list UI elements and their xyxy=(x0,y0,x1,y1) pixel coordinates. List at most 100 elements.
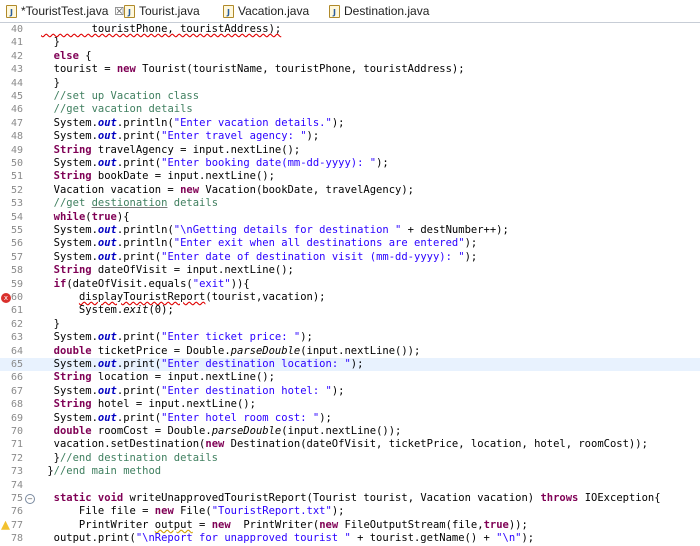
fold-collapse-icon[interactable]: − xyxy=(25,494,35,504)
tab-tourist-test[interactable]: J *TouristTest.java ☒ xyxy=(6,0,140,22)
line-number: 54 xyxy=(11,211,24,223)
line-number: 72 xyxy=(11,452,24,464)
code-line[interactable]: 45 //set up Vacation class xyxy=(0,90,700,103)
code-line[interactable]: 40 touristPhone, touristAddress); xyxy=(0,23,700,36)
line-number: 61 xyxy=(11,305,24,317)
code-text: } xyxy=(41,317,60,330)
code-text: String travelAgency = input.nextLine(); xyxy=(53,143,301,156)
code-text: //get vacation details xyxy=(53,103,193,116)
code-text: displayTouristReport(tourist,vacation); xyxy=(78,291,326,303)
editor-tab-bar: J *TouristTest.java ☒ J Tourist.java J V… xyxy=(0,0,700,23)
code-text: //get destionation details xyxy=(53,197,219,210)
code-text: double roomCost = Double.parseDouble(inp… xyxy=(53,425,402,437)
close-tab-icon[interactable]: ☒ xyxy=(114,5,124,18)
line-number: 77 xyxy=(11,519,24,531)
line-number: 56 xyxy=(11,238,24,250)
java-file-icon: J xyxy=(223,4,234,18)
code-line[interactable]: 51 String bookDate = input.nextLine(); xyxy=(0,170,700,183)
line-number: 76 xyxy=(11,506,24,518)
code-text: vacation.setDestination(new Destination(… xyxy=(41,438,648,451)
line-number: 58 xyxy=(11,265,24,277)
code-text: else { xyxy=(53,49,92,62)
line-number: 42 xyxy=(11,50,24,62)
line-number: 70 xyxy=(11,426,24,437)
code-text: if(dateOfVisit.equals("exit")){ xyxy=(53,277,250,290)
code-text: System.out.print("Enter date of destinat… xyxy=(41,250,478,263)
code-line[interactable]: 54 while(true){ xyxy=(0,211,700,224)
code-text: System.out.println("Enter exit when all … xyxy=(41,237,478,250)
code-line[interactable]: 69 System.out.print("Enter hotel room co… xyxy=(0,412,700,425)
code-line[interactable]: 53 //get destionation details xyxy=(0,197,700,210)
code-text: touristPhone, touristAddress); xyxy=(41,23,282,35)
tab-label: Destination.java xyxy=(344,4,430,18)
code-text: double ticketPrice = Double.parseDouble(… xyxy=(53,344,421,357)
code-line[interactable]: 70 double roomCost = Double.parseDouble(… xyxy=(0,425,700,438)
line-number: 65 xyxy=(11,359,24,370)
code-line[interactable]: 47 System.out.println("Enter vacation de… xyxy=(0,117,700,130)
code-line[interactable]: 56 System.out.println("Enter exit when a… xyxy=(0,237,700,250)
code-line[interactable]: 49 String travelAgency = input.nextLine(… xyxy=(0,144,700,157)
line-number: 45 xyxy=(11,91,24,102)
tab-destination[interactable]: J Destination.java xyxy=(329,0,439,22)
code-line[interactable]: 59 if(dateOfVisit.equals("exit")){ xyxy=(0,278,700,291)
code-text: } xyxy=(41,36,60,49)
code-line[interactable]: 57 System.out.print("Enter date of desti… xyxy=(0,251,700,264)
code-line[interactable]: 50 System.out.print("Enter booking date(… xyxy=(0,157,700,170)
line-number: 60 xyxy=(11,292,24,303)
code-text: System.out.print("Enter hotel room cost:… xyxy=(41,411,332,424)
code-line[interactable]: 42 else { xyxy=(0,50,700,63)
java-file-icon: J xyxy=(6,4,17,18)
code-line[interactable]: 61 System.exit(0); xyxy=(0,304,700,317)
line-number: 49 xyxy=(11,144,24,156)
code-line[interactable]: 44 } xyxy=(0,77,700,90)
code-text: System.out.print("Enter travel agency: "… xyxy=(41,130,320,143)
code-line[interactable]: 74 xyxy=(0,479,700,492)
code-line[interactable]: 77 PrintWriter output = new PrintWriter(… xyxy=(0,519,700,532)
code-line[interactable]: 71 vacation.setDestination(new Destinati… xyxy=(0,438,700,451)
line-number: 51 xyxy=(11,171,24,183)
code-line[interactable]: 67 System.out.print("Enter destination h… xyxy=(0,385,700,398)
code-text: String location = input.nextLine(); xyxy=(53,371,275,384)
line-number: 44 xyxy=(11,77,24,89)
line-number: 53 xyxy=(11,198,24,210)
code-line[interactable]: 68 String hotel = input.nextLine(); xyxy=(0,398,700,411)
line-number: 64 xyxy=(11,345,24,357)
code-line[interactable]: 46 //get vacation details xyxy=(0,103,700,116)
java-file-icon: J xyxy=(329,4,340,18)
java-file-icon: J xyxy=(124,4,135,18)
code-line[interactable]: 65 System.out.print("Enter destination l… xyxy=(0,358,700,372)
code-line[interactable]: 52 Vacation vacation = new Vacation(book… xyxy=(0,184,700,197)
line-number: 50 xyxy=(11,158,24,169)
code-line[interactable]: 72 }//end destination details xyxy=(0,452,700,465)
line-number: 46 xyxy=(11,104,24,116)
code-line[interactable]: 58 String dateOfVisit = input.nextLine()… xyxy=(0,264,700,277)
error-marker-icon[interactable]: x xyxy=(1,293,11,303)
line-number: 55 xyxy=(11,225,24,236)
code-editor[interactable]: 40 touristPhone, touristAddress); 41 } 42 … xyxy=(0,23,700,544)
code-line[interactable]: 41 } xyxy=(0,36,700,49)
code-line[interactable]: 62 } xyxy=(0,318,700,331)
code-text: File file = new File("TouristReport.txt"… xyxy=(41,505,345,518)
code-line[interactable]: 76 File file = new File("TouristReport.t… xyxy=(0,505,700,518)
code-line[interactable]: 66 String location = input.nextLine(); xyxy=(0,371,700,384)
code-line[interactable]: 60 displayTouristReport(tourist,vacation… xyxy=(0,291,700,304)
line-number: 68 xyxy=(11,399,24,411)
code-line[interactable]: 55 System.out.println("\nGetting details… xyxy=(0,224,700,237)
line-number: 57 xyxy=(11,251,24,263)
code-line[interactable]: 64 double ticketPrice = Double.parseDoub… xyxy=(0,345,700,358)
code-line[interactable]: 63 System.out.print("Enter ticket price:… xyxy=(0,331,700,344)
code-text: String bookDate = input.nextLine(); xyxy=(53,170,275,183)
code-line[interactable]: 73 }//end main method xyxy=(0,465,700,478)
tab-vacation[interactable]: J Vacation.java xyxy=(223,0,323,22)
code-line[interactable]: 43 tourist = new Tourist(touristName, to… xyxy=(0,63,700,76)
tab-tourist[interactable]: J Tourist.java xyxy=(124,0,224,22)
code-line[interactable]: 48 System.out.print("Enter travel agency… xyxy=(0,130,700,143)
code-line[interactable]: 75 static void writeUnapprovedTouristRep… xyxy=(0,492,700,505)
line-number: 41 xyxy=(11,37,24,49)
warning-marker-icon[interactable] xyxy=(1,520,10,530)
code-text: Vacation vacation = new Vacation(bookDat… xyxy=(41,183,414,196)
code-text: String dateOfVisit = input.nextLine(); xyxy=(53,264,294,277)
line-number: 67 xyxy=(11,385,24,397)
line-number: 48 xyxy=(11,131,24,143)
tab-label: Tourist.java xyxy=(139,4,200,18)
